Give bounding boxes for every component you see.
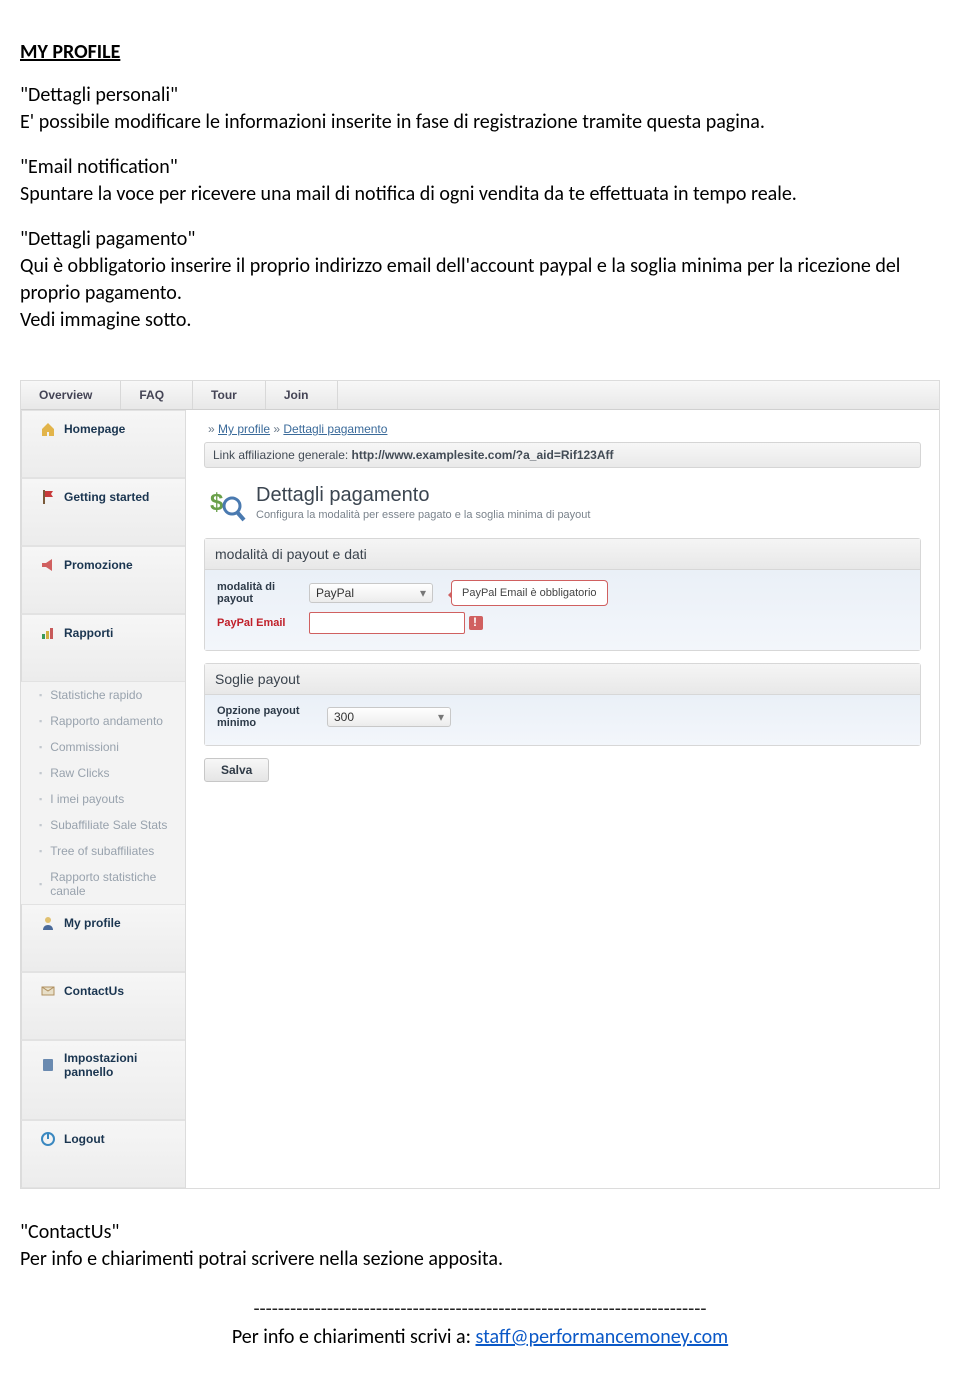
quote-title: Dettagli pagamento <box>28 227 187 251</box>
affiliate-link-bar: Link affiliazione generale: http://www.e… <box>204 442 921 468</box>
quote-body: Per info e chiarimenti potrai scrivere n… <box>20 1247 503 1271</box>
nav-faq[interactable]: FAQ <box>121 381 193 409</box>
quote-title: ContactUs <box>28 1220 111 1244</box>
min-payout-select[interactable]: 300 <box>327 707 451 727</box>
sidebar-sub[interactable]: Subaffiliate Sale Stats <box>21 812 185 838</box>
panel-header: modalità di payout e dati <box>205 539 920 570</box>
crumb-link[interactable]: Dettagli pagamento <box>283 422 387 436</box>
sidebar-item-label: Rapporto statistiche canale <box>50 870 175 898</box>
sidebar-item-label: Rapporti <box>64 626 113 640</box>
sidebar-sub[interactable]: Statistiche rapido <box>21 682 185 708</box>
sidebar-item-label: Homepage <box>64 422 125 436</box>
sidebar-item-my-profile[interactable]: My profile <box>21 904 185 972</box>
field-label: Opzione payout minimo <box>217 705 327 729</box>
save-button[interactable]: Salva <box>204 758 269 782</box>
nav-join[interactable]: Join <box>266 381 338 409</box>
app-screenshot: Overview FAQ Tour Join Homepage Getting … <box>20 380 940 1189</box>
nav-overview[interactable]: Overview <box>21 381 121 409</box>
svg-text:$: $ <box>210 489 224 516</box>
sidebar-item-label: Getting started <box>64 490 149 504</box>
sidebar-item-label: Raw Clicks <box>50 766 109 780</box>
megaphone-icon <box>40 557 56 573</box>
panel-payout-threshold: Soglie payout Opzione payout minimo 300 <box>204 663 921 746</box>
sidebar-item-label: I imei payouts <box>50 792 124 806</box>
page-hero: $ Dettagli pagamento Configura la modali… <box>204 480 921 538</box>
page-title: MY PROFILE <box>20 40 940 64</box>
paragraph: "ContactUs" Per info e chiarimenti potra… <box>20 1219 940 1273</box>
sidebar-item-logout[interactable]: Logout <box>21 1120 185 1188</box>
mail-icon <box>40 983 56 999</box>
error-callout: PayPal Email è obbligatorio <box>451 580 608 606</box>
footer: Per info e chiarimenti scrivi a: staff@p… <box>20 1325 940 1349</box>
sidebar-item-label: ContactUs <box>64 984 124 998</box>
settings-icon <box>40 1057 56 1073</box>
top-nav: Overview FAQ Tour Join <box>21 381 939 410</box>
sidebar-item-label: Tree of subaffiliates <box>50 844 154 858</box>
footer-text: Per info e chiarimenti scrivi a: <box>232 1325 476 1349</box>
sidebar-item-rapporti[interactable]: Rapporti <box>21 614 185 682</box>
sidebar-item-contact[interactable]: ContactUs <box>21 972 185 1040</box>
link-value: http://www.examplesite.com/?a_aid=Rif123… <box>352 448 614 462</box>
sidebar-item-label: Impostazioni pannello <box>64 1051 167 1079</box>
crumb-sep: » <box>208 422 218 436</box>
sidebar-item-label: Statistiche rapido <box>50 688 142 702</box>
breadcrumb: » My profile » Dettagli pagamento <box>204 420 921 442</box>
select-value: 300 <box>334 710 354 724</box>
sidebar-item-homepage[interactable]: Homepage <box>21 410 185 478</box>
crumb-sep: » <box>270 422 283 436</box>
paypal-email-input[interactable] <box>309 612 465 634</box>
chart-icon <box>40 625 56 641</box>
sidebar-sub[interactable]: Commissioni <box>21 734 185 760</box>
payout-mode-select[interactable]: PayPal <box>309 583 433 603</box>
nav-tour[interactable]: Tour <box>193 381 266 409</box>
sidebar-sub[interactable]: Raw Clicks <box>21 760 185 786</box>
panel-payout-mode: modalità di payout e dati modalità di pa… <box>204 538 921 651</box>
field-label: modalità di payout <box>217 581 309 605</box>
quote-body: Qui è obbligatorio inserire il proprio i… <box>20 254 900 305</box>
quote-title: Email notification <box>28 155 170 179</box>
user-icon <box>40 915 56 931</box>
home-icon <box>40 421 56 437</box>
paragraph: "Email notification" Spuntare la voce pe… <box>20 154 940 208</box>
sidebar-sub[interactable]: Tree of subaffiliates <box>21 838 185 864</box>
sidebar-sub[interactable]: Rapporto statistiche canale <box>21 864 185 904</box>
hero-title: Dettagli pagamento <box>256 484 590 507</box>
sidebar-sub[interactable]: Rapporto andamento <box>21 708 185 734</box>
sidebar-item-label: Rapporto andamento <box>50 714 163 728</box>
sidebar-item-impostazioni[interactable]: Impostazioni pannello <box>21 1040 185 1120</box>
sidebar-item-promozione[interactable]: Promozione <box>21 546 185 614</box>
quote-body2: Vedi immagine sotto. <box>20 308 191 332</box>
paragraph: "Dettagli pagamento" Qui è obbligatorio … <box>20 226 940 334</box>
sidebar-item-label: Logout <box>64 1132 105 1146</box>
quote-title: Dettagli personali <box>28 83 170 107</box>
sidebar-item-label: Commissioni <box>50 740 119 754</box>
power-icon <box>40 1131 56 1147</box>
field-label-error: PayPal Email <box>217 617 309 629</box>
divider-line: ----------------------------------------… <box>20 1297 940 1321</box>
paragraph: "Dettagli personali" E' possibile modifi… <box>20 82 940 136</box>
sidebar-item-label: My profile <box>64 916 121 930</box>
link-label: Link affiliazione generale: <box>213 448 352 462</box>
hero-subtitle: Configura la modalità per essere pagato … <box>256 509 590 521</box>
select-value: PayPal <box>316 586 354 600</box>
quote-body: Spuntare la voce per ricevere una mail d… <box>20 182 797 206</box>
panel-header: Soglie payout <box>205 664 920 695</box>
sidebar-sub[interactable]: I imei payouts <box>21 786 185 812</box>
crumb-link[interactable]: My profile <box>218 422 270 436</box>
error-icon <box>469 616 483 630</box>
sidebar-item-label: Promozione <box>64 558 133 572</box>
flag-icon <box>40 489 56 505</box>
main-panel: » My profile » Dettagli pagamento Link a… <box>185 410 939 1188</box>
dollar-magnify-icon: $ <box>206 484 246 524</box>
quote-body: E' possibile modificare le informazioni … <box>20 110 765 134</box>
sidebar-item-getting-started[interactable]: Getting started <box>21 478 185 546</box>
sidebar: Homepage Getting started Promozione Rapp… <box>21 410 185 1188</box>
sidebar-item-label: Subaffiliate Sale Stats <box>50 818 167 832</box>
footer-email-link[interactable]: staff@performancemoney.com <box>476 1325 729 1349</box>
